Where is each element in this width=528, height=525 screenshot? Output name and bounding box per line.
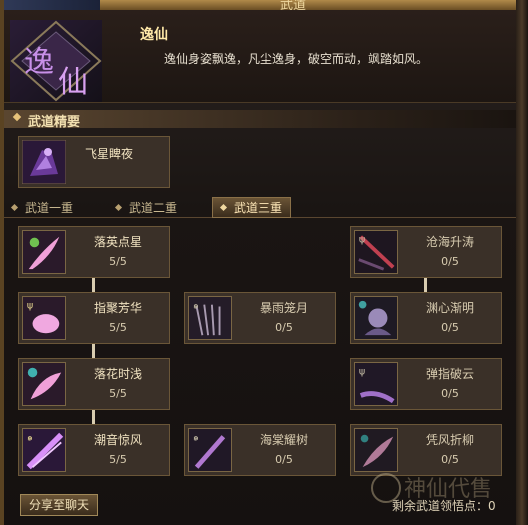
svg-text:逸: 逸 — [24, 45, 54, 80]
skill-level: 0/5 — [441, 255, 459, 268]
skill-level: 0/5 — [441, 453, 459, 466]
pink-feather-dim-icon — [354, 428, 398, 472]
svg-text:๑: ๑ — [27, 432, 33, 443]
pink-petal-icon — [22, 362, 66, 406]
connector-line — [424, 278, 427, 292]
rain-icon: ๑ — [188, 296, 232, 340]
skill-node[interactable]: ๑ 暴雨笼月 0/5 — [184, 292, 336, 344]
class-title: 逸仙 — [140, 27, 168, 43]
remaining-points-value: 0 — [488, 499, 496, 513]
tab-tier-1[interactable]: 武道一重 — [10, 198, 74, 216]
skill-name: 沧海升涛 — [425, 235, 474, 249]
class-emblem-icon: 逸 仙 — [10, 20, 102, 102]
top-left-ornament — [0, 0, 100, 10]
spirit-icon — [354, 296, 398, 340]
tab-label: 武道三重 — [234, 201, 283, 215]
connector-line — [92, 344, 95, 358]
share-to-chat-button[interactable]: 分享至聊天 — [20, 494, 98, 516]
tab-tier-2[interactable]: 武道二重 — [114, 198, 178, 216]
essence-section-header: 武道精要 — [4, 110, 516, 130]
skill-node[interactable]: 渊心渐明 0/5 — [350, 292, 502, 344]
right-border — [516, 0, 528, 525]
diamond-bullet-icon — [10, 203, 19, 211]
dark-warrior-icon — [22, 140, 66, 184]
skill-name: 凭风折柳 — [425, 433, 474, 447]
essence-skill-name: 飞星睥夜 — [85, 147, 134, 161]
diamond-bullet-icon — [12, 112, 22, 122]
skill-name: 潮音惊风 — [93, 433, 142, 447]
skill-node[interactable]: 落花时浅 5/5 — [18, 358, 170, 410]
skill-name: 指聚芳华 — [93, 301, 142, 315]
tab-label: 武道一重 — [25, 200, 74, 215]
skill-level: 5/5 — [109, 453, 127, 466]
purple-streak-icon: ๑ — [188, 428, 232, 472]
skill-window: 武道 逸 仙 逸仙 逸仙身姿飘逸，凡尘逸身，破空而动，飒踏如风。 武道精要 飞星… — [0, 0, 528, 525]
svg-text:仙: 仙 — [58, 65, 88, 100]
svg-text:๑: ๑ — [193, 300, 199, 311]
skill-node[interactable]: ψ 指聚芳华 5/5 — [18, 292, 170, 344]
purple-slash-icon: ๑ — [22, 428, 66, 472]
red-spear-icon: ψ — [354, 230, 398, 274]
skill-level: 0/5 — [441, 387, 459, 400]
skill-level: 0/5 — [441, 321, 459, 334]
tab-tier-3[interactable]: 武道三重 — [212, 197, 292, 218]
pink-feather-icon — [22, 230, 66, 274]
class-description: 逸仙身姿飘逸，凡尘逸身，破空而动，飒踏如风。 — [164, 52, 429, 66]
svg-text:ψ: ψ — [27, 300, 33, 311]
skill-node[interactable]: ๑ 海棠耀树 0/5 — [184, 424, 336, 476]
skill-node[interactable]: 落英点星 5/5 — [18, 226, 170, 278]
skill-name: 暴雨笼月 — [259, 301, 308, 315]
pink-orb-icon: ψ — [22, 296, 66, 340]
svg-text:ψ: ψ — [359, 234, 365, 245]
section-label: 武道精要 — [28, 115, 81, 130]
essence-skill-card[interactable]: 飞星睥夜 — [18, 136, 170, 188]
skill-node[interactable]: ψ 沧海升涛 0/5 — [350, 226, 502, 278]
skill-level: 5/5 — [109, 321, 127, 334]
remaining-points: 剩余武道领悟点：0 — [392, 497, 496, 514]
skill-node[interactable]: ๑ 潮音惊风 5/5 — [18, 424, 170, 476]
skill-name: 渊心渐明 — [425, 301, 474, 315]
skill-name: 落花时浅 — [93, 367, 142, 381]
tier-tabs: 武道一重 武道二重 武道三重 — [4, 197, 516, 218]
skill-level: 5/5 — [109, 255, 127, 268]
diamond-bullet-icon — [219, 203, 228, 212]
connector-line — [92, 410, 95, 424]
svg-text:ψ: ψ — [359, 366, 365, 377]
remaining-points-label: 剩余武道领悟点： — [392, 499, 489, 513]
purple-sweep-icon: ψ — [354, 362, 398, 406]
skill-node[interactable]: ψ 弹指破云 0/5 — [350, 358, 502, 410]
tab-label: 武道二重 — [129, 200, 178, 215]
skill-name: 海棠耀树 — [259, 433, 308, 447]
skill-name: 落英点星 — [93, 235, 142, 249]
class-header: 逸 仙 逸仙 逸仙身姿飘逸，凡尘逸身，破空而动，飒踏如风。 — [4, 10, 516, 103]
skill-level: 0/5 — [275, 453, 293, 466]
skill-name: 弹指破云 — [425, 367, 474, 381]
skill-level: 5/5 — [109, 387, 127, 400]
connector-line — [92, 278, 95, 292]
svg-text:๑: ๑ — [193, 432, 199, 443]
skill-level: 0/5 — [275, 321, 293, 334]
diamond-bullet-icon — [114, 203, 123, 211]
